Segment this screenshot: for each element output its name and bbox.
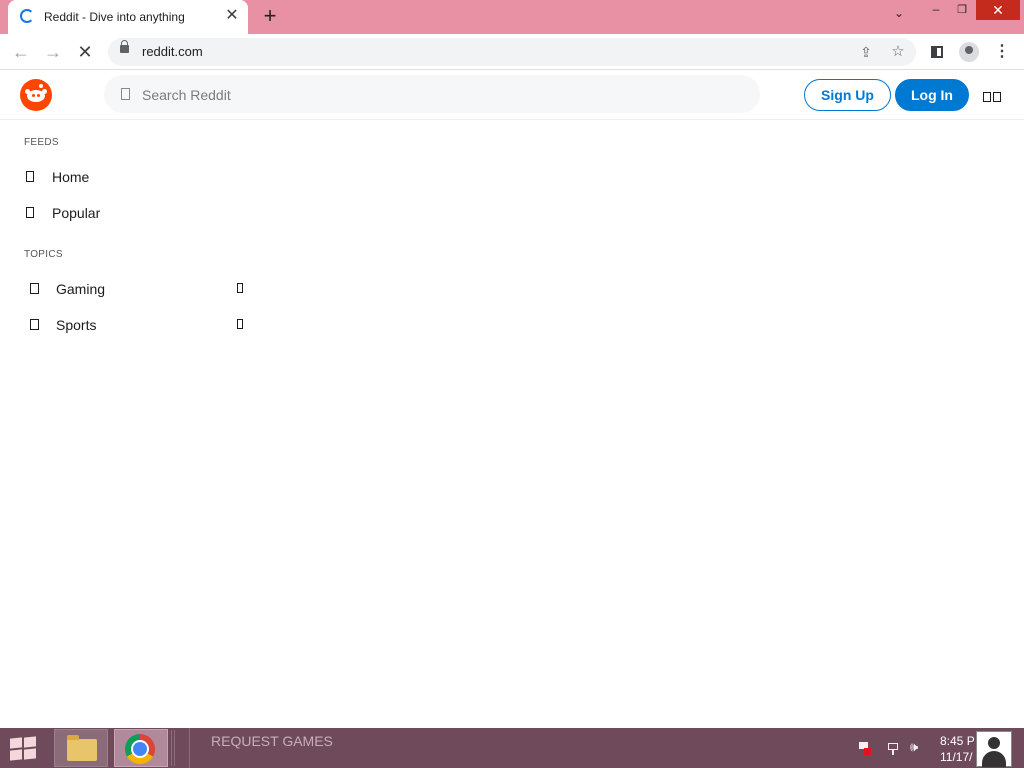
tab-close-icon[interactable]: ✕ [224, 8, 240, 24]
forward-arrow-icon[interactable]: → [42, 41, 64, 63]
windows-start-icon[interactable] [10, 736, 38, 761]
sidebar-item-label: Home [52, 169, 90, 185]
side-panel-icon[interactable] [926, 41, 948, 63]
taskbar-divider [189, 728, 190, 768]
chrome-icon[interactable] [114, 729, 168, 767]
search-icon [121, 88, 130, 100]
topics-section-title: TOPICS [24, 249, 63, 260]
restore-button[interactable]: ❐ [950, 0, 974, 22]
gaming-icon [30, 283, 39, 294]
sports-icon [30, 319, 39, 330]
url-text[interactable]: reddit.com [142, 44, 203, 59]
request-games-text[interactable]: REQUEST GAMES [211, 733, 333, 749]
kebab-menu-icon[interactable]: ⋮ [991, 41, 1013, 63]
back-arrow-icon[interactable]: ← [10, 41, 32, 63]
clock-date: 11/17/ [940, 750, 973, 764]
share-icon[interactable]: ⇪ [856, 42, 876, 62]
browser-toolbar: ← → ✕ reddit.com ⇪ ☆ ⋮ [0, 34, 1024, 70]
home-icon [26, 171, 34, 182]
file-explorer-icon[interactable] [54, 729, 108, 767]
sidebar-item-home[interactable]: Home [18, 168, 258, 200]
reddit-logo-icon[interactable] [20, 79, 52, 111]
chevron-down-icon[interactable] [237, 319, 243, 329]
sign-up-button[interactable]: Sign Up [804, 79, 891, 111]
log-in-button[interactable]: Log In [895, 79, 969, 111]
sidebar-item-label: Sports [56, 317, 97, 333]
browser-tab-reddit[interactable]: Reddit - Dive into anything ✕ [8, 0, 248, 34]
sidebar-item-gaming[interactable]: Gaming [18, 280, 258, 312]
network-icon[interactable] [887, 742, 901, 756]
stop-loading-icon[interactable]: ✕ [74, 41, 96, 63]
profile-avatar-icon[interactable] [958, 41, 980, 63]
action-center-flag-icon[interactable] [857, 742, 871, 756]
loading-spinner-icon [20, 9, 34, 23]
taskbar-divider [171, 730, 175, 766]
close-window-button[interactable]: ✕ [976, 0, 1020, 20]
lock-icon[interactable] [120, 40, 129, 53]
search-input[interactable] [140, 75, 744, 115]
system-clock[interactable]: 8:45 PM 11/17/ [940, 733, 974, 765]
tab-title: Reddit - Dive into anything [44, 10, 185, 24]
popular-icon [26, 207, 34, 218]
volume-icon[interactable]: 🕪 [910, 740, 924, 754]
feeds-section-title: FEEDS [24, 137, 59, 148]
search-bar[interactable] [104, 75, 760, 115]
sidebar-item-label: Popular [52, 205, 101, 221]
sidebar-item-label: Gaming [56, 281, 106, 297]
sidebar-item-popular[interactable]: Popular [18, 204, 258, 236]
sidebar-item-sports[interactable]: Sports [18, 316, 258, 348]
reddit-header: Sign Up Log In [0, 70, 1024, 120]
bookmark-star-icon[interactable]: ☆ [888, 42, 908, 62]
windows-taskbar: REQUEST GAMES 🕪 8:45 PM 11/17/ [0, 728, 1024, 768]
minimize-button[interactable]: – [922, 0, 950, 22]
clock-time: 8:45 PM [940, 734, 974, 748]
chevron-down-icon[interactable] [237, 283, 243, 293]
tab-search-chevron-icon[interactable]: ⌄ [886, 6, 912, 28]
new-tab-button[interactable]: + [259, 5, 281, 27]
browser-tab-bar: Reddit - Dive into anything ✕ + ⌄ – ❐ ✕ [0, 0, 1024, 34]
address-bar[interactable]: reddit.com ⇪ ☆ [108, 38, 916, 66]
user-account-icon[interactable] [976, 731, 1012, 767]
user-menu-icon[interactable] [983, 89, 1007, 102]
